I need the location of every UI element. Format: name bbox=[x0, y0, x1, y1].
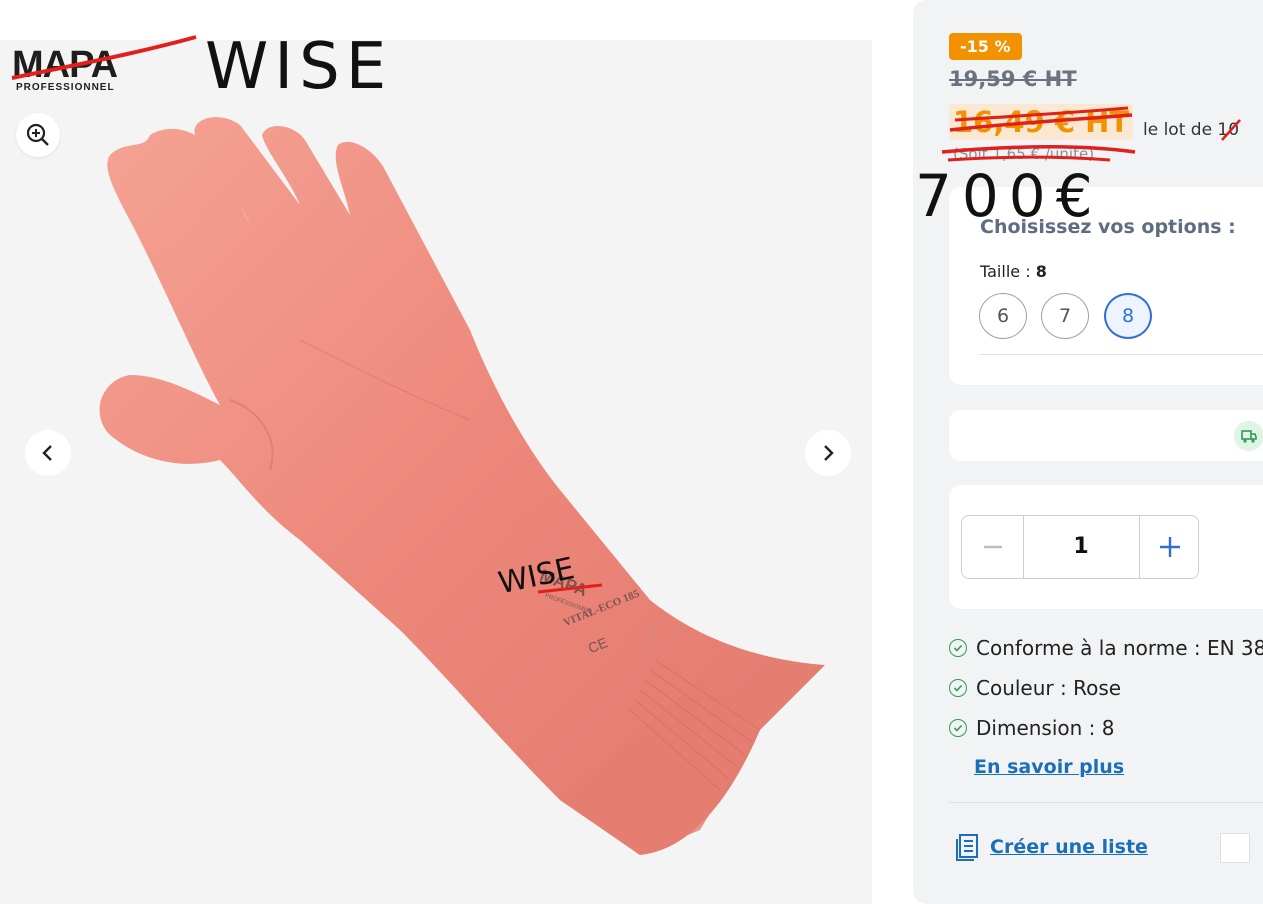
size-label: Taille : 8 bbox=[980, 262, 1047, 281]
zoom-in-icon bbox=[26, 123, 49, 146]
handwritten-wise: WISE bbox=[205, 30, 392, 104]
product-image-glove: MAPA PROFESSIONNEL VITAL-ECO 185 CE Larg… bbox=[99, 117, 825, 856]
feature-label: Couleur : Rose bbox=[976, 676, 1122, 700]
create-list-link[interactable]: Créer une liste bbox=[956, 833, 1148, 861]
feature-item: Couleur : Rose bbox=[949, 676, 1121, 700]
lot-label: le lot de 10 bbox=[1143, 120, 1240, 140]
brand-logo: MAPA PROFESSIONNEL WISE bbox=[11, 30, 392, 104]
size-selected-value: 8 bbox=[1035, 262, 1047, 281]
quantity-plus-button[interactable] bbox=[1139, 516, 1200, 578]
discount-badge: -15 % bbox=[949, 33, 1022, 60]
old-price: 19,59 € HT bbox=[949, 67, 1077, 91]
product-gallery: MAPA PROFESSIONNEL VITAL-ECO 185 CE Larg… bbox=[0, 40, 872, 904]
options-title: Choisissez vos options : bbox=[980, 216, 1236, 238]
compare-checkbox[interactable] bbox=[1220, 833, 1250, 863]
feature-label: Dimension : 8 bbox=[976, 716, 1115, 740]
quantity-minus-button[interactable] bbox=[962, 516, 1024, 578]
quantity-input[interactable]: 1 bbox=[1023, 516, 1139, 578]
feature-item: Conforme à la norme : EN 388 bbox=[949, 636, 1263, 660]
gallery-prev-button[interactable] bbox=[25, 430, 71, 476]
size-option-8[interactable]: 8 bbox=[1104, 293, 1152, 339]
check-circle-icon bbox=[949, 679, 967, 697]
delivery-truck-icon bbox=[1234, 421, 1263, 451]
unit-price: (Soit 1,65 € /unité) bbox=[953, 145, 1095, 163]
zoom-button[interactable] bbox=[16, 113, 60, 157]
brand-logo-text: MAPA bbox=[12, 44, 118, 86]
brand-logo-sub: PROFESSIONNEL bbox=[16, 82, 115, 93]
create-list-label: Créer une liste bbox=[990, 836, 1148, 858]
size-option-7[interactable]: 7 bbox=[1041, 293, 1089, 339]
feature-label: Conforme à la norme : EN 388 bbox=[976, 636, 1263, 660]
learn-more-link[interactable]: En savoir plus bbox=[974, 756, 1124, 778]
plus-icon bbox=[1160, 537, 1180, 557]
options-divider bbox=[979, 354, 1263, 355]
delivery-card bbox=[949, 410, 1263, 461]
quantity-stepper: 1 bbox=[961, 515, 1199, 579]
chevron-right-icon bbox=[824, 445, 834, 461]
minus-icon bbox=[983, 545, 1002, 549]
gallery-next-button[interactable] bbox=[805, 430, 851, 476]
check-circle-icon bbox=[949, 639, 967, 657]
feature-item: Dimension : 8 bbox=[949, 716, 1115, 740]
features-divider bbox=[949, 802, 1263, 803]
chevron-left-icon bbox=[42, 445, 52, 461]
size-label-text: Taille : bbox=[980, 262, 1031, 281]
new-price: 16,49 € HT bbox=[949, 104, 1134, 140]
check-circle-icon bbox=[949, 719, 967, 737]
list-icon bbox=[956, 834, 978, 861]
size-option-6[interactable]: 6 bbox=[979, 293, 1027, 339]
